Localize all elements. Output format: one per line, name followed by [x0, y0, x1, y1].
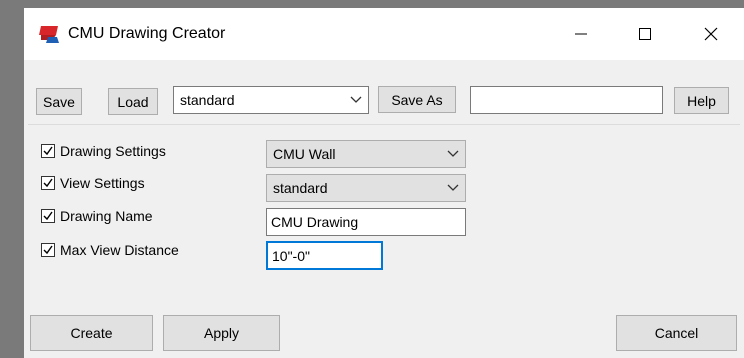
chevron-down-icon — [447, 184, 459, 191]
drawing-name-row[interactable]: Drawing Name — [41, 205, 153, 227]
save-button[interactable]: Save — [36, 88, 82, 115]
max-view-distance-input[interactable]: 10"-0" — [266, 241, 383, 270]
view-settings-checkbox[interactable] — [41, 176, 55, 190]
load-button[interactable]: Load — [108, 88, 158, 115]
close-icon — [704, 27, 718, 41]
maximize-icon — [639, 28, 651, 40]
checkmark-icon — [43, 245, 53, 255]
drawing-settings-label: Drawing Settings — [60, 143, 166, 159]
apply-button[interactable]: Apply — [163, 315, 280, 351]
chevron-down-icon — [447, 150, 459, 157]
drawing-settings-row[interactable]: Drawing Settings — [41, 140, 166, 162]
preset-dropdown[interactable]: standard — [173, 86, 369, 114]
view-settings-dropdown[interactable]: standard — [266, 174, 466, 202]
cancel-button[interactable]: Cancel — [616, 315, 737, 351]
drawing-settings-value: CMU Wall — [273, 146, 336, 162]
drawing-settings-dropdown[interactable]: CMU Wall — [266, 140, 466, 168]
maximize-button[interactable] — [622, 16, 668, 52]
title-bar[interactable]: CMU Drawing Creator — [24, 8, 744, 60]
window-title: CMU Drawing Creator — [68, 25, 226, 42]
drawing-name-checkbox[interactable] — [41, 209, 55, 223]
cmu-app-icon — [39, 26, 59, 43]
minimize-icon — [575, 33, 587, 35]
preset-dropdown-value: standard — [180, 92, 235, 108]
save-as-name-input[interactable] — [470, 86, 663, 114]
drawing-name-label: Drawing Name — [60, 208, 153, 224]
chevron-down-icon — [350, 96, 362, 103]
max-view-distance-row[interactable]: Max View Distance — [41, 239, 179, 261]
save-as-button[interactable]: Save As — [378, 86, 456, 113]
drawing-name-input[interactable]: CMU Drawing — [266, 208, 466, 236]
create-button[interactable]: Create — [30, 315, 153, 351]
minimize-button[interactable] — [558, 16, 604, 52]
desktop-background-top — [0, 0, 744, 8]
view-settings-value: standard — [273, 180, 328, 196]
toolbar-separator — [28, 124, 740, 125]
view-settings-row[interactable]: View Settings — [41, 172, 145, 194]
max-view-distance-checkbox[interactable] — [41, 243, 55, 257]
checkmark-icon — [43, 146, 53, 156]
drawing-settings-checkbox[interactable] — [41, 144, 55, 158]
close-button[interactable] — [688, 16, 734, 52]
desktop-background-left — [0, 0, 24, 358]
max-view-distance-label: Max View Distance — [60, 242, 179, 258]
help-button[interactable]: Help — [674, 87, 729, 114]
view-settings-label: View Settings — [60, 175, 145, 191]
dialog-body: Save Load standard Save As Help Drawing … — [24, 60, 744, 358]
cmu-drawing-creator-window: CMU Drawing Creator Save Load standard S… — [24, 8, 744, 358]
checkmark-icon — [43, 211, 53, 221]
checkmark-icon — [43, 178, 53, 188]
